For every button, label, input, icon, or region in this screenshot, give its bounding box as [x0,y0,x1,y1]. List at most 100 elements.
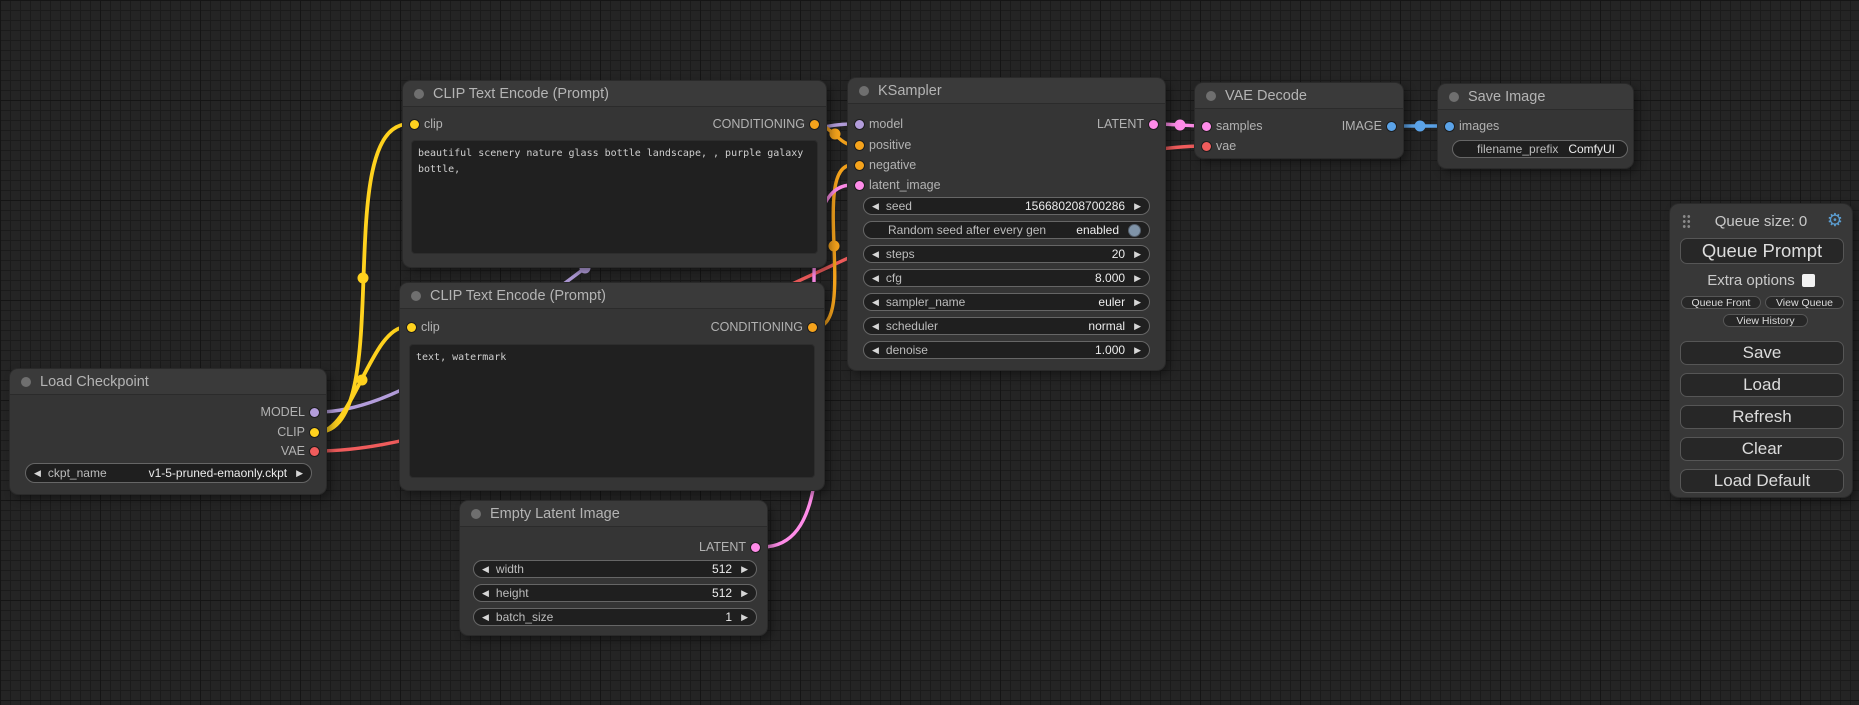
node-clip-text-encode-positive[interactable]: CLIP Text Encode (Prompt) clip CONDITION… [403,81,826,267]
node-vae-decode[interactable]: VAE Decode samples vae IMAGE [1195,83,1403,158]
load-default-button[interactable]: Load Default [1680,469,1844,493]
width-widget[interactable]: ◀ width 512 ▶ [473,560,757,578]
link-dot[interactable] [357,375,368,386]
clip-port-dot[interactable] [410,120,419,129]
decrement-arrow-icon[interactable]: ◀ [872,274,879,283]
collapse-dot-icon[interactable] [414,89,424,99]
collapse-dot-icon[interactable] [1449,92,1459,102]
decrement-arrow-icon[interactable]: ◀ [482,565,489,574]
node-title: KSampler [878,83,942,99]
link-dot[interactable] [1175,120,1186,131]
link-dot[interactable] [829,241,840,252]
node-empty-latent-image[interactable]: Empty Latent Image LATENT ◀ width 512 ▶ … [460,501,767,635]
gear-icon[interactable]: ⚙ [1827,210,1843,232]
node-title-bar[interactable]: Save Image [1438,84,1633,110]
graph-canvas[interactable]: Load Checkpoint MODEL CLIP VAE ◀ ckpt_na… [0,0,1859,705]
increment-arrow-icon[interactable]: ▶ [741,613,748,622]
decrement-arrow-icon[interactable]: ◀ [872,298,879,307]
node-title-bar[interactable]: KSampler [848,78,1165,104]
filename-prefix-widget[interactable]: filename_prefix ComfyUI [1452,140,1628,158]
view-queue-button[interactable]: View Queue [1765,296,1844,309]
model-port-dot[interactable] [855,120,864,129]
positive-prompt-textarea[interactable]: beautiful scenery nature glass bottle la… [411,140,818,254]
node-title: CLIP Text Encode (Prompt) [430,288,606,304]
vae-port-dot[interactable] [310,447,319,456]
negative-prompt-textarea[interactable]: text, watermark [409,344,815,478]
link-dot[interactable] [1415,121,1426,132]
increment-arrow-icon[interactable]: ▶ [1134,322,1141,331]
increment-arrow-icon[interactable]: ▶ [1134,250,1141,259]
decrement-arrow-icon[interactable]: ◀ [482,589,489,598]
increment-arrow-icon[interactable]: ▶ [1134,202,1141,211]
decrement-arrow-icon[interactable]: ◀ [482,613,489,622]
collapse-dot-icon[interactable] [471,509,481,519]
node-clip-text-encode-negative[interactable]: CLIP Text Encode (Prompt) clip CONDITION… [400,283,824,490]
collapse-dot-icon[interactable] [411,291,421,301]
view-history-button[interactable]: View History [1723,314,1808,327]
model-port-dot[interactable] [310,408,319,417]
random-seed-widget[interactable]: Random seed after every gen enabled [863,221,1150,239]
widget-value: 8.000 [1095,271,1125,285]
conditioning-port-dot[interactable] [855,141,864,150]
link-dot[interactable] [830,129,841,140]
save-button[interactable]: Save [1680,341,1844,365]
cfg-widget[interactable]: ◀ cfg 8.000 ▶ [863,269,1150,287]
increment-arrow-icon[interactable]: ▶ [741,589,748,598]
node-title-bar[interactable]: CLIP Text Encode (Prompt) [403,81,826,107]
increment-arrow-icon[interactable]: ▶ [1134,346,1141,355]
extra-options-label: Extra options [1707,272,1795,289]
batch-size-widget[interactable]: ◀ batch_size 1 ▶ [473,608,757,626]
increment-arrow-icon[interactable]: ▶ [296,469,303,478]
image-port-dot[interactable] [1445,122,1454,131]
node-load-checkpoint[interactable]: Load Checkpoint MODEL CLIP VAE ◀ ckpt_na… [10,369,326,494]
collapse-dot-icon[interactable] [1206,91,1216,101]
node-title-bar[interactable]: CLIP Text Encode (Prompt) [400,283,824,309]
sampler-name-widget[interactable]: ◀ sampler_name euler ▶ [863,293,1150,311]
conditioning-port-dot[interactable] [855,161,864,170]
collapse-dot-icon[interactable] [859,86,869,96]
increment-arrow-icon[interactable]: ▶ [1134,298,1141,307]
collapse-dot-icon[interactable] [21,377,31,387]
node-save-image[interactable]: Save Image images filename_prefix ComfyU… [1438,84,1633,168]
height-widget[interactable]: ◀ height 512 ▶ [473,584,757,602]
node-ksampler[interactable]: KSampler model positive negative latent_… [848,78,1165,370]
ckpt-name-widget[interactable]: ◀ ckpt_name v1-5-pruned-emaonly.ckpt ▶ [25,463,312,483]
latent-port-dot[interactable] [855,181,864,190]
extra-options-checkbox[interactable] [1802,274,1815,287]
decrement-arrow-icon[interactable]: ◀ [872,250,879,259]
node-title-bar[interactable]: Empty Latent Image [460,501,767,527]
vae-port-dot[interactable] [1202,142,1211,151]
load-button[interactable]: Load [1680,373,1844,397]
output-port-vae: VAE [281,441,324,461]
refresh-button[interactable]: Refresh [1680,405,1844,429]
steps-widget[interactable]: ◀ steps 20 ▶ [863,245,1150,263]
conditioning-port-dot[interactable] [808,323,817,332]
clear-button[interactable]: Clear [1680,437,1844,461]
clip-port-dot[interactable] [310,428,319,437]
queue-prompt-button[interactable]: Queue Prompt [1680,238,1844,264]
clip-port-dot[interactable] [407,323,416,332]
increment-arrow-icon[interactable]: ▶ [1134,274,1141,283]
seed-widget[interactable]: ◀ seed 156680208700286 ▶ [863,197,1150,215]
latent-port-dot[interactable] [751,543,760,552]
queue-front-button[interactable]: Queue Front [1681,296,1761,309]
link-dot[interactable] [358,273,369,284]
port-label: IMAGE [1342,119,1382,133]
latent-port-dot[interactable] [1202,122,1211,131]
node-title-bar[interactable]: VAE Decode [1195,83,1403,109]
decrement-arrow-icon[interactable]: ◀ [872,322,879,331]
increment-arrow-icon[interactable]: ▶ [741,565,748,574]
node-title: CLIP Text Encode (Prompt) [433,86,609,102]
random-seed-toggle[interactable] [1128,224,1141,237]
drag-handle-icon[interactable] [1682,214,1691,229]
latent-port-dot[interactable] [1149,120,1158,129]
scheduler-widget[interactable]: ◀ scheduler normal ▶ [863,317,1150,335]
decrement-arrow-icon[interactable]: ◀ [872,202,879,211]
port-label: model [869,117,903,131]
node-title-bar[interactable]: Load Checkpoint [10,369,326,395]
denoise-widget[interactable]: ◀ denoise 1.000 ▶ [863,341,1150,359]
decrement-arrow-icon[interactable]: ◀ [872,346,879,355]
conditioning-port-dot[interactable] [810,120,819,129]
image-port-dot[interactable] [1387,122,1396,131]
decrement-arrow-icon[interactable]: ◀ [34,469,41,478]
